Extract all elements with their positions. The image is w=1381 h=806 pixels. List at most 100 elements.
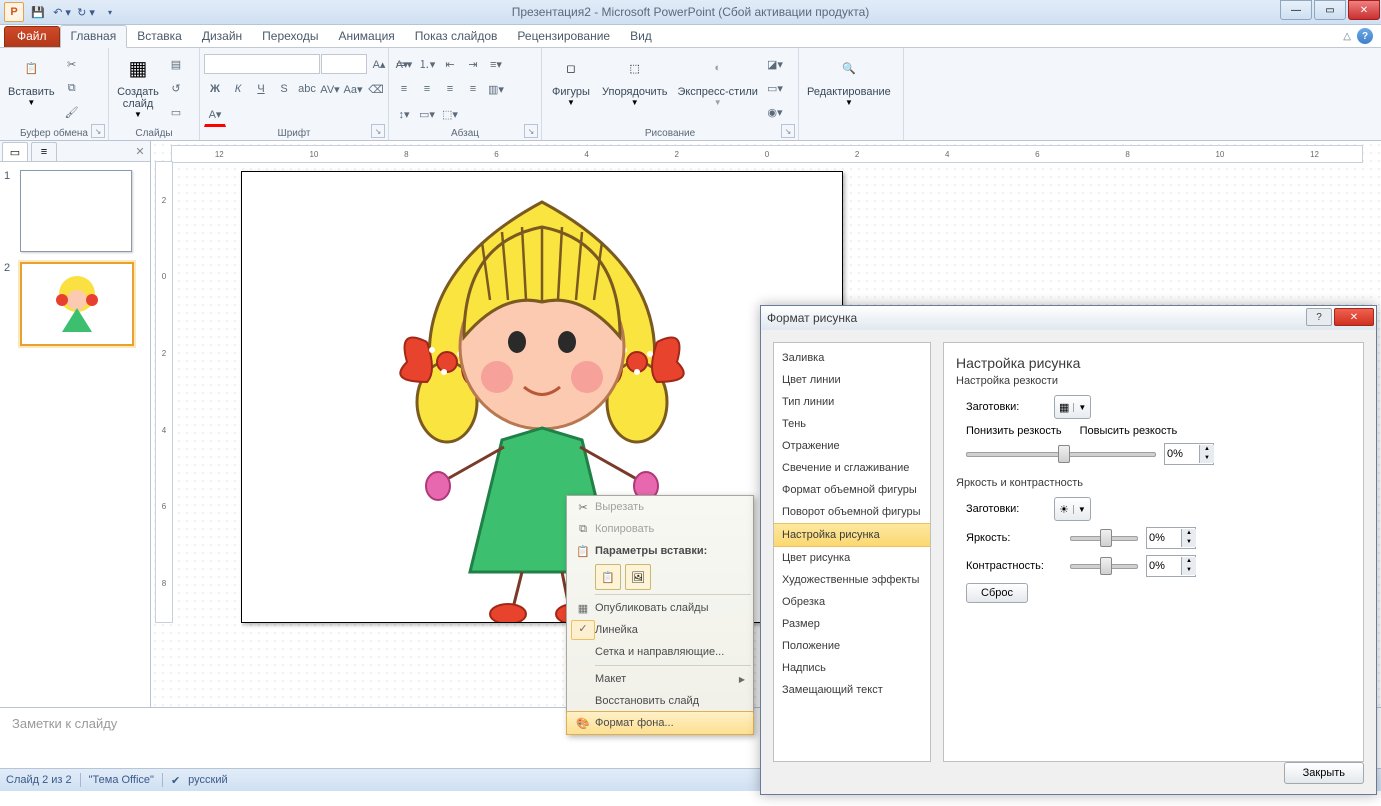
- spin-down-icon[interactable]: ▼: [1182, 538, 1196, 547]
- nav-reflection[interactable]: Отражение: [774, 435, 930, 457]
- section-icon[interactable]: ▭: [165, 101, 187, 123]
- inc-indent-icon[interactable]: ⇥: [462, 53, 484, 75]
- outline-tab-icon[interactable]: ≡: [31, 142, 57, 161]
- layout-icon[interactable]: ▤: [165, 53, 187, 75]
- tab-review[interactable]: Рецензирование: [507, 26, 620, 47]
- spin-up-icon[interactable]: ▲: [1200, 445, 1214, 454]
- tab-transitions[interactable]: Переходы: [252, 26, 328, 47]
- nav-position[interactable]: Положение: [774, 635, 930, 657]
- save-icon[interactable]: 💾: [28, 2, 48, 22]
- font-name-combo[interactable]: [204, 54, 320, 74]
- minimize-button[interactable]: —: [1280, 0, 1312, 20]
- paste-keep-format-icon[interactable]: 📋: [595, 564, 621, 590]
- columns-icon[interactable]: ▥▾: [485, 78, 507, 100]
- grow-font-icon[interactable]: A▴: [368, 53, 390, 75]
- close-button[interactable]: ✕: [1348, 0, 1380, 20]
- format-painter-icon[interactable]: 🖌: [61, 101, 83, 123]
- nav-crop[interactable]: Обрезка: [774, 591, 930, 613]
- nav-line-style[interactable]: Тип линии: [774, 391, 930, 413]
- dialog-help-button[interactable]: ?: [1306, 308, 1332, 326]
- nav-3d-format[interactable]: Формат объемной фигуры: [774, 479, 930, 501]
- cm-cut[interactable]: ✂Вырезать: [567, 496, 753, 518]
- sharpness-slider[interactable]: [966, 445, 1156, 463]
- align-left-icon[interactable]: ≡: [393, 78, 415, 100]
- cm-layout[interactable]: Макет▶: [567, 668, 753, 690]
- tab-slideshow[interactable]: Показ слайдов: [405, 26, 508, 47]
- font-color-icon[interactable]: A▾: [204, 103, 226, 127]
- spacing-icon[interactable]: AV▾: [319, 78, 341, 100]
- tab-design[interactable]: Дизайн: [192, 26, 252, 47]
- spin-up-icon[interactable]: ▲: [1182, 557, 1196, 566]
- strike-icon[interactable]: S: [273, 78, 295, 100]
- shapes-button[interactable]: ◻ Фигуры▼: [546, 50, 596, 109]
- nav-size[interactable]: Размер: [774, 613, 930, 635]
- arrange-button[interactable]: ⬚ Упорядочить▼: [598, 50, 671, 109]
- numbering-icon[interactable]: ⒈▾: [416, 53, 438, 75]
- font-launcher[interactable]: ↘: [371, 124, 385, 138]
- redo-icon[interactable]: ↻ ▾: [76, 2, 96, 22]
- justify-icon[interactable]: ≡: [462, 78, 484, 100]
- text-direction-icon[interactable]: ↕▾: [393, 103, 415, 125]
- nav-alt-text[interactable]: Замещающий текст: [774, 679, 930, 701]
- cm-publish[interactable]: ▦Опубликовать слайды: [567, 597, 753, 619]
- sharpen-presets-combo[interactable]: ▦▼: [1054, 395, 1091, 419]
- cm-restore[interactable]: Восстановить слайд: [567, 690, 753, 712]
- nav-shadow[interactable]: Тень: [774, 413, 930, 435]
- cm-format-background[interactable]: 🎨Формат фона...: [566, 711, 754, 735]
- nav-3d-rotation[interactable]: Поворот объемной фигуры: [774, 501, 930, 523]
- new-slide-button[interactable]: ▦ Создать слайд ▼: [113, 50, 163, 121]
- contrast-slider[interactable]: [1070, 557, 1138, 575]
- shape-outline-icon[interactable]: ▭▾: [764, 77, 786, 99]
- tab-animation[interactable]: Анимация: [328, 26, 404, 47]
- nav-artistic[interactable]: Художественные эффекты: [774, 569, 930, 591]
- file-tab[interactable]: Файл: [4, 26, 60, 47]
- draw-launcher[interactable]: ↘: [781, 124, 795, 138]
- cut-icon[interactable]: ✂: [61, 53, 83, 75]
- nav-fill[interactable]: Заливка: [774, 347, 930, 369]
- font-size-combo[interactable]: [321, 54, 367, 74]
- clipboard-launcher[interactable]: ↘: [91, 124, 105, 138]
- cm-ruler[interactable]: ✓Линейка: [567, 619, 753, 641]
- close-pane-icon[interactable]: ✕: [130, 141, 150, 161]
- nav-line-color[interactable]: Цвет линии: [774, 369, 930, 391]
- tab-insert[interactable]: Вставка: [127, 26, 192, 47]
- italic-icon[interactable]: К: [227, 78, 249, 100]
- qat-more-icon[interactable]: ▾: [100, 2, 120, 22]
- bullets-icon[interactable]: ≔▾: [393, 53, 415, 75]
- paste-picture-icon[interactable]: 🖼: [625, 564, 651, 590]
- spin-down-icon[interactable]: ▼: [1182, 566, 1196, 575]
- quick-styles-button[interactable]: ◐ Экспресс-стили▼: [673, 50, 761, 109]
- line-spacing-icon[interactable]: ≡▾: [485, 53, 507, 75]
- align-text-icon[interactable]: ▭▾: [416, 103, 438, 125]
- case-icon[interactable]: Aa▾: [342, 78, 364, 100]
- reset-button[interactable]: Сброс: [966, 583, 1028, 603]
- slide-thumbnail-2[interactable]: [20, 262, 134, 346]
- shape-effects-icon[interactable]: ◉▾: [764, 101, 786, 123]
- slides-tab-icon[interactable]: ▭: [2, 142, 28, 161]
- underline-icon[interactable]: Ч: [250, 78, 272, 100]
- nav-glow[interactable]: Свечение и сглаживание: [774, 457, 930, 479]
- cm-copy[interactable]: ⧉Копировать: [567, 518, 753, 540]
- clear-format-icon[interactable]: ⌫: [365, 78, 387, 100]
- editing-button[interactable]: 🔍 Редактирование▼: [803, 50, 895, 109]
- shadow-icon[interactable]: abc: [296, 78, 318, 100]
- tab-home[interactable]: Главная: [60, 25, 128, 48]
- brightness-spinner[interactable]: ▲▼: [1146, 527, 1196, 549]
- reset-icon[interactable]: ↺: [165, 77, 187, 99]
- paste-button[interactable]: 📋 Вставить ▼: [4, 50, 59, 109]
- sharpness-spinner[interactable]: ▲▼: [1164, 443, 1214, 465]
- dialog-close-button[interactable]: ✕: [1334, 308, 1374, 326]
- nav-picture-color[interactable]: Цвет рисунка: [774, 547, 930, 569]
- maximize-button[interactable]: ▭: [1314, 0, 1346, 20]
- spin-up-icon[interactable]: ▲: [1182, 529, 1196, 538]
- shape-fill-icon[interactable]: ◪▾: [764, 53, 786, 75]
- dec-indent-icon[interactable]: ⇤: [439, 53, 461, 75]
- spellcheck-icon[interactable]: ✔: [171, 774, 180, 787]
- align-center-icon[interactable]: ≡: [416, 78, 438, 100]
- status-language[interactable]: русский: [188, 774, 227, 786]
- nav-textbox[interactable]: Надпись: [774, 657, 930, 679]
- help-icon[interactable]: ?: [1357, 28, 1373, 44]
- bold-icon[interactable]: Ж: [204, 78, 226, 100]
- brightness-slider[interactable]: [1070, 529, 1138, 547]
- smartart-icon[interactable]: ⬚▾: [439, 103, 461, 125]
